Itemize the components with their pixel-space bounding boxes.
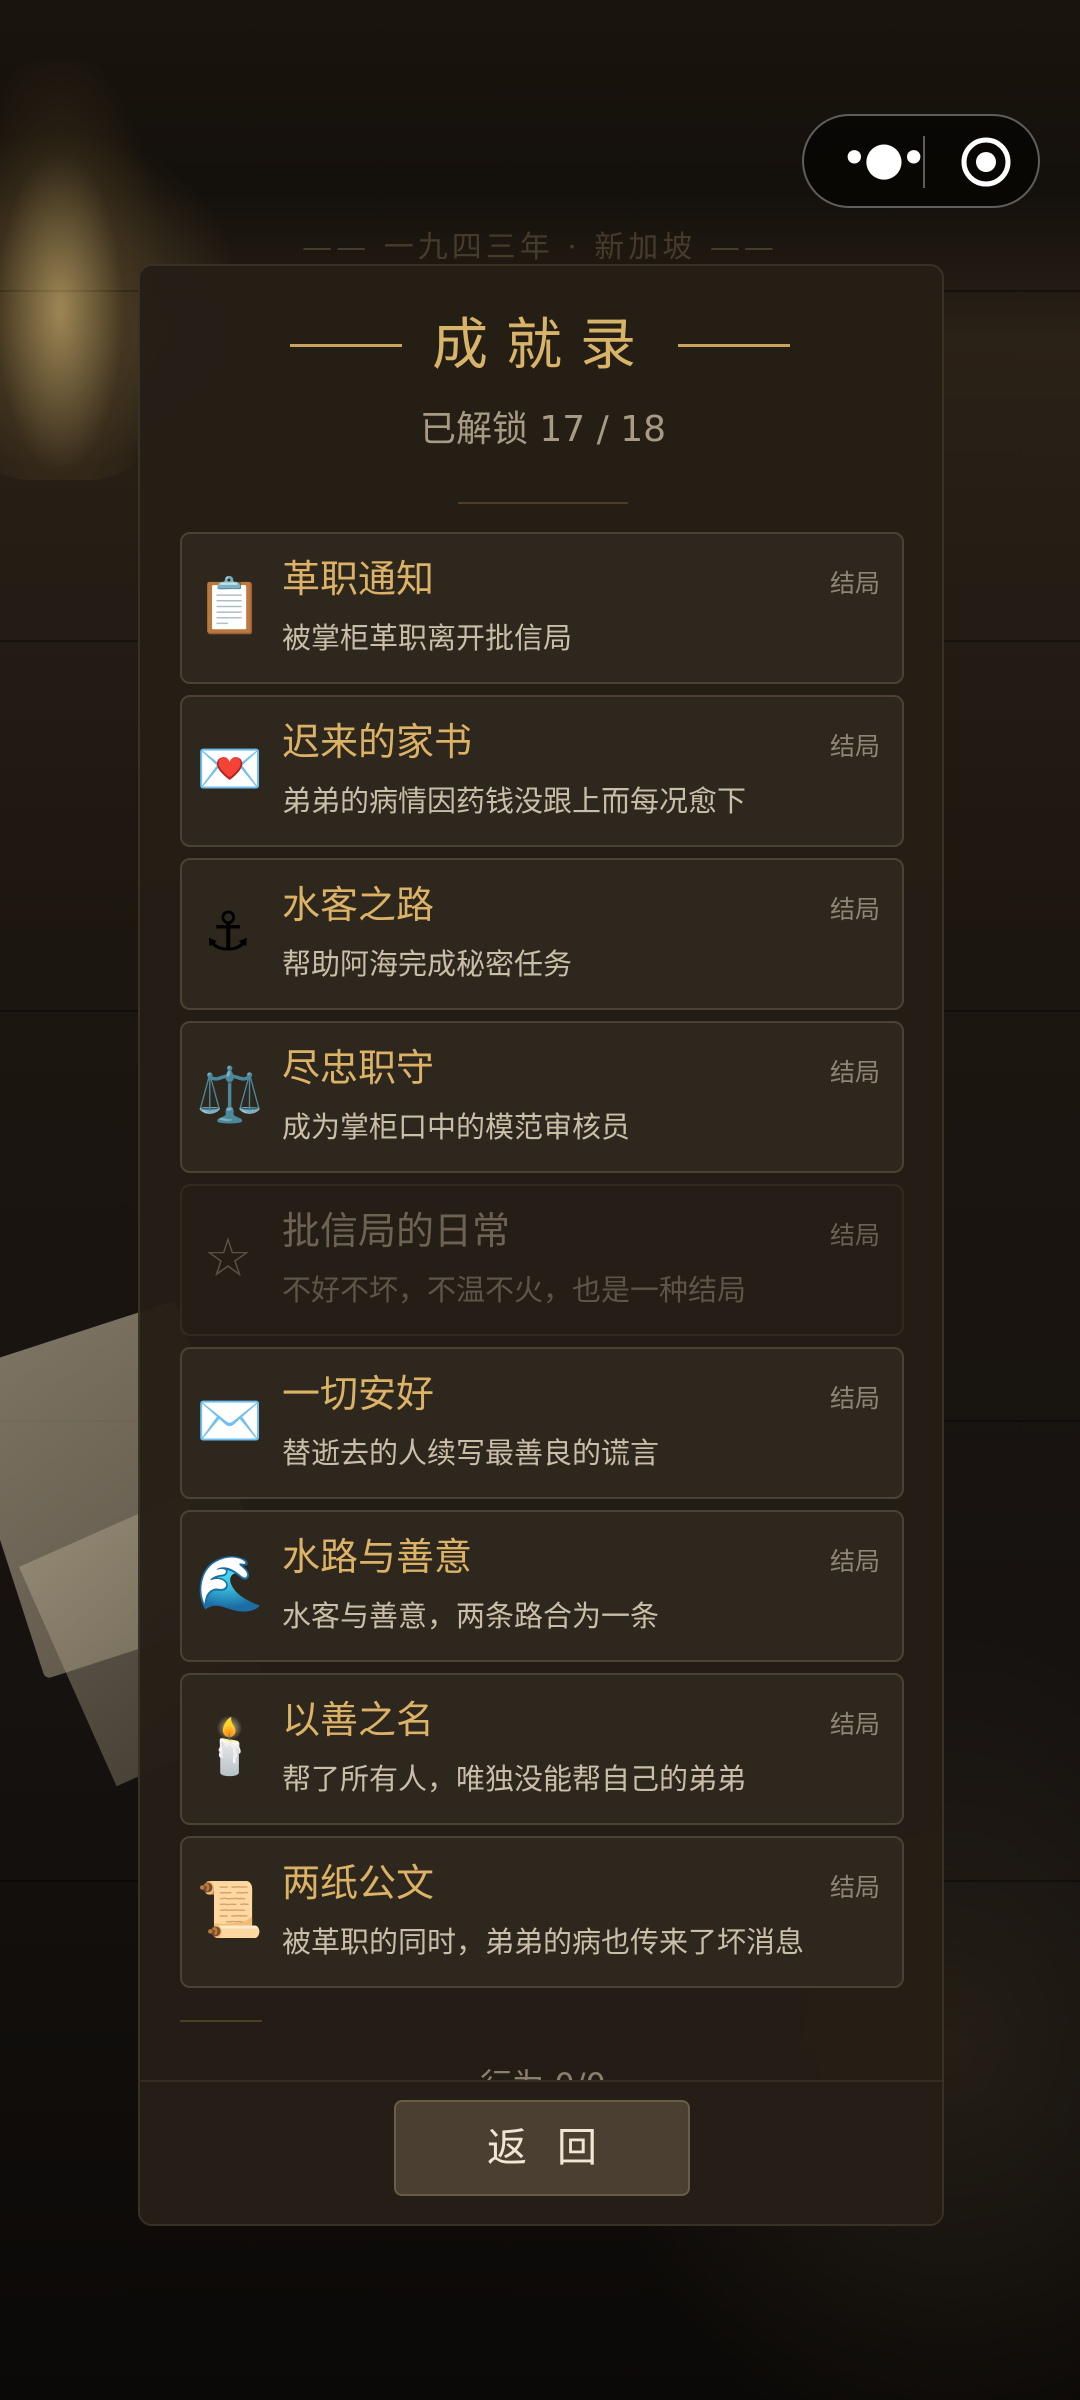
achievements-panel: 成就录 已解锁 17 / 18 📋 革职通知 被掌柜革职离开批信局 结局 💌 迟来的家书弟… bbox=[138, 264, 944, 2226]
achievement-name: 水客之路 bbox=[282, 883, 435, 927]
achievement-name: 以善之名 bbox=[282, 1698, 435, 1742]
achievement-description: 弟弟的病情因药钱没跟上而每况愈下 bbox=[282, 784, 747, 818]
panel-title: 成就录 bbox=[432, 313, 654, 378]
achievement-description: 被革职的同时，弟弟的病也传来了坏消息 bbox=[282, 1925, 805, 1959]
achievement-description: 不好不坏，不温不火，也是一种结局 bbox=[282, 1273, 747, 1307]
achievement-card[interactable]: 📜 两纸公文被革职的同时，弟弟的病也传来了坏消息 结局 bbox=[180, 1836, 904, 1988]
achievement-name: 批信局的日常 bbox=[282, 1209, 511, 1253]
love-letter-icon: 💌 bbox=[196, 737, 264, 800]
achievement-name: 水路与善意 bbox=[282, 1535, 473, 1579]
unlock-progress: 已解锁 17 / 18 bbox=[419, 409, 667, 450]
envelope-icon: ✉️ bbox=[196, 1389, 264, 1452]
capsule-divider bbox=[923, 136, 925, 188]
target-circle-icon[interactable] bbox=[960, 136, 1012, 188]
oil-lamp-glow bbox=[0, 60, 160, 480]
achievement-type-tag: 结局 bbox=[829, 1058, 880, 1087]
star-outline-icon: ☆ bbox=[203, 1226, 253, 1289]
achievement-name: 两纸公文 bbox=[282, 1861, 435, 1905]
achievement-card[interactable]: 💌 迟来的家书弟弟的病情因药钱没跟上而每况愈下 结局 bbox=[180, 695, 904, 847]
achievement-card[interactable]: ☆ 批信局的日常不好不坏，不温不火，也是一种结局 结局 bbox=[180, 1184, 904, 1336]
achievement-card[interactable]: ✉️ 一切安好替逝去的人续写最善良的谎言 结局 bbox=[180, 1347, 904, 1499]
clipboard-icon: 📋 bbox=[196, 574, 264, 637]
panel-footer: 返回 bbox=[140, 2080, 942, 2224]
achievement-name: 尽忠职守 bbox=[282, 1046, 435, 1090]
achievement-name: 迟来的家书 bbox=[282, 720, 473, 764]
section-divider bbox=[180, 2020, 262, 2022]
achievement-description: 被掌柜革职离开批信局 bbox=[282, 621, 573, 655]
scales-icon: ⚖️ bbox=[196, 1063, 264, 1126]
wave-icon: 🌊 bbox=[196, 1552, 264, 1615]
panel-header: 成就录 bbox=[140, 306, 942, 386]
achievement-description: 帮了所有人，唯独没能帮自己的弟弟 bbox=[282, 1762, 747, 1796]
achievement-name: 一切安好 bbox=[282, 1372, 435, 1416]
candle-icon: 🕯️ bbox=[196, 1715, 264, 1778]
achievement-type-tag: 结局 bbox=[829, 1384, 880, 1413]
achievement-type-tag: 结局 bbox=[829, 1221, 880, 1250]
back-button[interactable]: 返回 bbox=[394, 2100, 690, 2196]
achievement-type-tag: 结局 bbox=[829, 569, 880, 598]
achievement-type-tag: 结局 bbox=[829, 732, 880, 761]
header-divider bbox=[458, 502, 628, 504]
achievement-description: 成为掌柜口中的模范审核员 bbox=[282, 1110, 631, 1144]
achievement-card[interactable]: 🕯️ 以善之名帮了所有人，唯独没能帮自己的弟弟 结局 bbox=[180, 1673, 904, 1825]
achievement-type-tag: 结局 bbox=[829, 1873, 880, 1902]
scroll-icon: 📜 bbox=[196, 1878, 264, 1941]
achievement-name: 革职通知 bbox=[282, 557, 435, 601]
achievement-description: 帮助阿海完成秘密任务 bbox=[282, 947, 573, 981]
achievement-description: 替逝去的人续写最善良的谎言 bbox=[282, 1436, 660, 1470]
achievement-card[interactable]: ⚖️ 尽忠职守成为掌柜口中的模范审核员 结局 bbox=[180, 1021, 904, 1173]
achievement-type-tag: 结局 bbox=[829, 895, 880, 924]
achievement-type-tag: 结局 bbox=[829, 1547, 880, 1576]
mini-program-capsule: •●• bbox=[802, 114, 1040, 208]
achievement-card[interactable]: 📋 革职通知被掌柜革职离开批信局 结局 bbox=[180, 532, 904, 684]
achievement-card[interactable]: 🌊 水路与善意水客与善意，两条路合为一条 结局 bbox=[180, 1510, 904, 1662]
anchor-icon: ⚓ bbox=[203, 900, 253, 963]
background-subtitle: —— 一九四三年 · 新加坡 —— bbox=[302, 230, 778, 265]
more-dots-icon[interactable]: •●• bbox=[834, 116, 930, 206]
title-ornament-right bbox=[678, 344, 790, 347]
achievement-type-tag: 结局 bbox=[829, 1710, 880, 1739]
achievement-card[interactable]: ⚓ 水客之路帮助阿海完成秘密任务 结局 bbox=[180, 858, 904, 1010]
achievement-description: 水客与善意，两条路合为一条 bbox=[282, 1599, 660, 1633]
